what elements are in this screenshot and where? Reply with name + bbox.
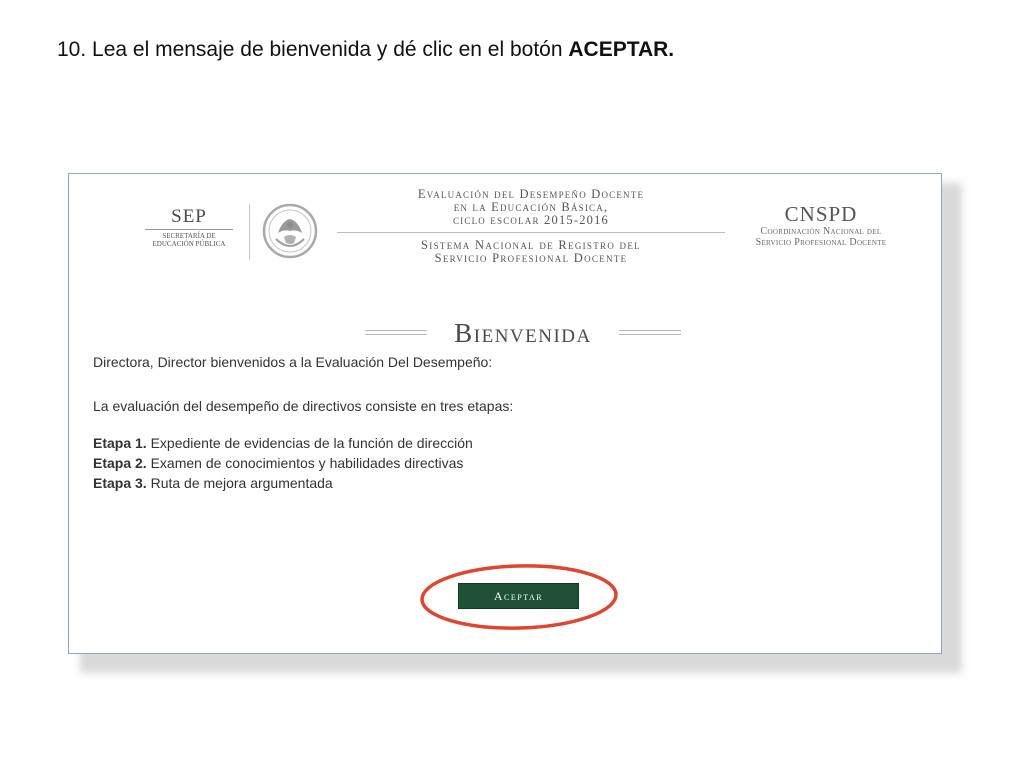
cnspd-subtitle-1: Coordinación Nacional del — [760, 226, 882, 237]
welcome-right-rule-top — [619, 330, 681, 331]
stage-label: Etapa 1. — [93, 435, 147, 451]
greeting-text: Directora, Director bienvenidos a la Eva… — [93, 354, 493, 370]
cnspd-title: CNSPD — [784, 202, 858, 226]
welcome-title: Bienvenida — [454, 318, 592, 348]
sep-logo: SEP Secretaría de Educación Pública — [139, 207, 239, 248]
stage-text: Ruta de mejora argumentada — [150, 475, 333, 491]
sep-logo-rule — [145, 229, 233, 230]
sep-logo-subtitle-2: Educación Pública — [152, 240, 226, 248]
cnspd-logo: CNSPD Coordinación Nacional del Servicio… — [733, 202, 909, 248]
system-line-2: Servicio Profesional Docente — [434, 251, 628, 265]
stages-list: Etapa 1. Expediente de evidencias de la … — [93, 433, 473, 493]
evaluation-line-3: ciclo escolar 2015-2016 — [452, 213, 610, 227]
welcome-right-rule-bottom — [619, 334, 681, 335]
stage-text: Examen de conocimientos y habilidades di… — [150, 455, 464, 471]
cnspd-subtitle-2: Servicio Profesional Docente — [755, 237, 887, 248]
welcome-heading: Bienvenida — [365, 317, 681, 351]
instruction-prefix: 10. Lea el mensaje de bienvenida y dé cl… — [57, 38, 569, 61]
list-item: Etapa 3. Ruta de mejora argumentada — [93, 473, 473, 493]
evaluation-header: Evaluación del Desempeño Docente en la E… — [337, 188, 725, 265]
sep-logo-title: SEP — [171, 206, 207, 227]
welcome-left-rule-top — [365, 330, 427, 331]
sep-logo-subtitle-1: Secretaría de — [162, 232, 216, 240]
instruction-text: 10. Lea el mensaje de bienvenida y dé cl… — [57, 38, 674, 62]
logo-divider — [249, 204, 250, 260]
stage-text: Expediente de evidencias de la función d… — [150, 435, 473, 451]
instruction-emphasis: ACEPTAR. — [568, 38, 675, 61]
national-seal-icon — [262, 203, 318, 259]
stage-label: Etapa 3. — [93, 475, 147, 491]
welcome-left-rule-bottom — [365, 334, 427, 335]
screenshot-frame: SEP Secretaría de Educación Pública Eval… — [68, 173, 942, 654]
list-item: Etapa 1. Expediente de evidencias de la … — [93, 433, 473, 453]
stage-label: Etapa 2. — [93, 455, 147, 471]
intro-text: La evaluación del desempeño de directivo… — [93, 398, 514, 414]
list-item: Etapa 2. Examen de conocimientos y habil… — [93, 453, 473, 473]
accept-button[interactable]: Aceptar — [458, 583, 579, 609]
header-rule — [337, 232, 725, 233]
